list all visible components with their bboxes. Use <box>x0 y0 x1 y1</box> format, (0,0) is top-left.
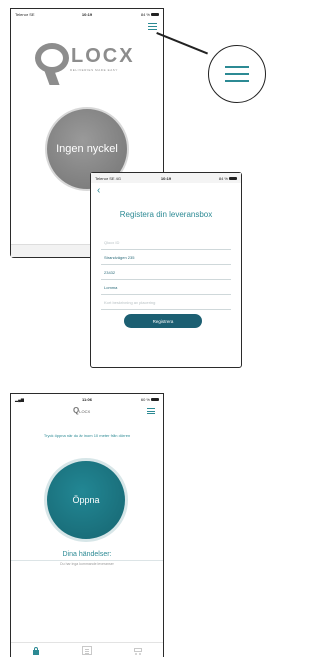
menu-zoom-callout <box>208 45 266 103</box>
register-form: Qlocx ID Strandvägen 235 23432 Lomma Kor… <box>101 235 231 310</box>
events-heading: Dina händelser: <box>62 551 112 558</box>
battery-icon <box>151 12 159 16</box>
carrier-label: Telenor SE <box>15 11 35 17</box>
time-label: 11:06 <box>81 396 93 402</box>
logo-wordmark: LOCX <box>71 45 135 67</box>
events-empty-message: Du har inga kommande leveranser <box>60 562 114 566</box>
street-field[interactable]: Strandvägen 235 <box>101 250 231 265</box>
logo-q-tail <box>44 71 60 85</box>
status-bar: Telenor SE 10:19 84 % <box>11 9 163 19</box>
time-label: 10:19 <box>81 11 93 17</box>
menu-icon[interactable] <box>225 66 249 82</box>
qlocx-small-logo: QLOCX <box>73 406 91 415</box>
divider <box>11 560 163 561</box>
battery-label: 84 % <box>141 12 159 17</box>
signal-icon: ▂▄▆ <box>15 396 24 402</box>
carrier-label: Telenor SE 4G <box>95 175 122 181</box>
time-label: 10:19 <box>160 175 172 181</box>
battery-icon <box>229 176 237 180</box>
list-icon[interactable] <box>81 645 92 655</box>
status-bar: ▂▄▆ 11:06 60 % <box>11 394 163 404</box>
qlocx-id-field[interactable]: Qlocx ID <box>101 235 231 250</box>
open-door-button[interactable]: Öppna <box>44 458 128 542</box>
logo-q-ring <box>35 43 69 73</box>
proximity-hint: Tryck öppna när du är inom 10 meter från… <box>43 433 131 438</box>
register-button[interactable]: Registrera <box>124 314 202 328</box>
app-header: QLOCX <box>11 404 163 418</box>
page-title: Registera din leveransbox <box>119 210 213 219</box>
city-field[interactable]: Lomma <box>101 280 231 295</box>
cart-icon[interactable] <box>133 646 143 655</box>
menu-button[interactable] <box>147 408 155 414</box>
logo-tagline: DELIVERIES MADE EASY <box>70 68 119 72</box>
battery-label: 84 % <box>219 176 237 181</box>
lock-icon[interactable] <box>31 646 41 655</box>
placement-description-field[interactable]: Kort beskrivning av placering <box>101 295 231 310</box>
tab-bar <box>11 642 163 657</box>
zoom-connector-line <box>156 32 208 54</box>
status-bar: Telenor SE 4G 10:19 84 % <box>91 173 241 183</box>
qlocx-logo: LOCX DELIVERIES MADE EASY <box>35 39 135 91</box>
battery-label: 60 % <box>141 397 159 402</box>
postal-code-field[interactable]: 23432 <box>101 265 231 280</box>
chevron-left-icon[interactable]: ‹ <box>97 185 100 196</box>
battery-icon <box>151 397 159 401</box>
screen-register-box: Telenor SE 4G 10:19 84 % ‹ Registera din… <box>90 172 242 368</box>
screen-open-door: ▂▄▆ 11:06 60 % QLOCX Tryck öppna när du … <box>10 393 164 657</box>
menu-button[interactable] <box>148 23 157 30</box>
